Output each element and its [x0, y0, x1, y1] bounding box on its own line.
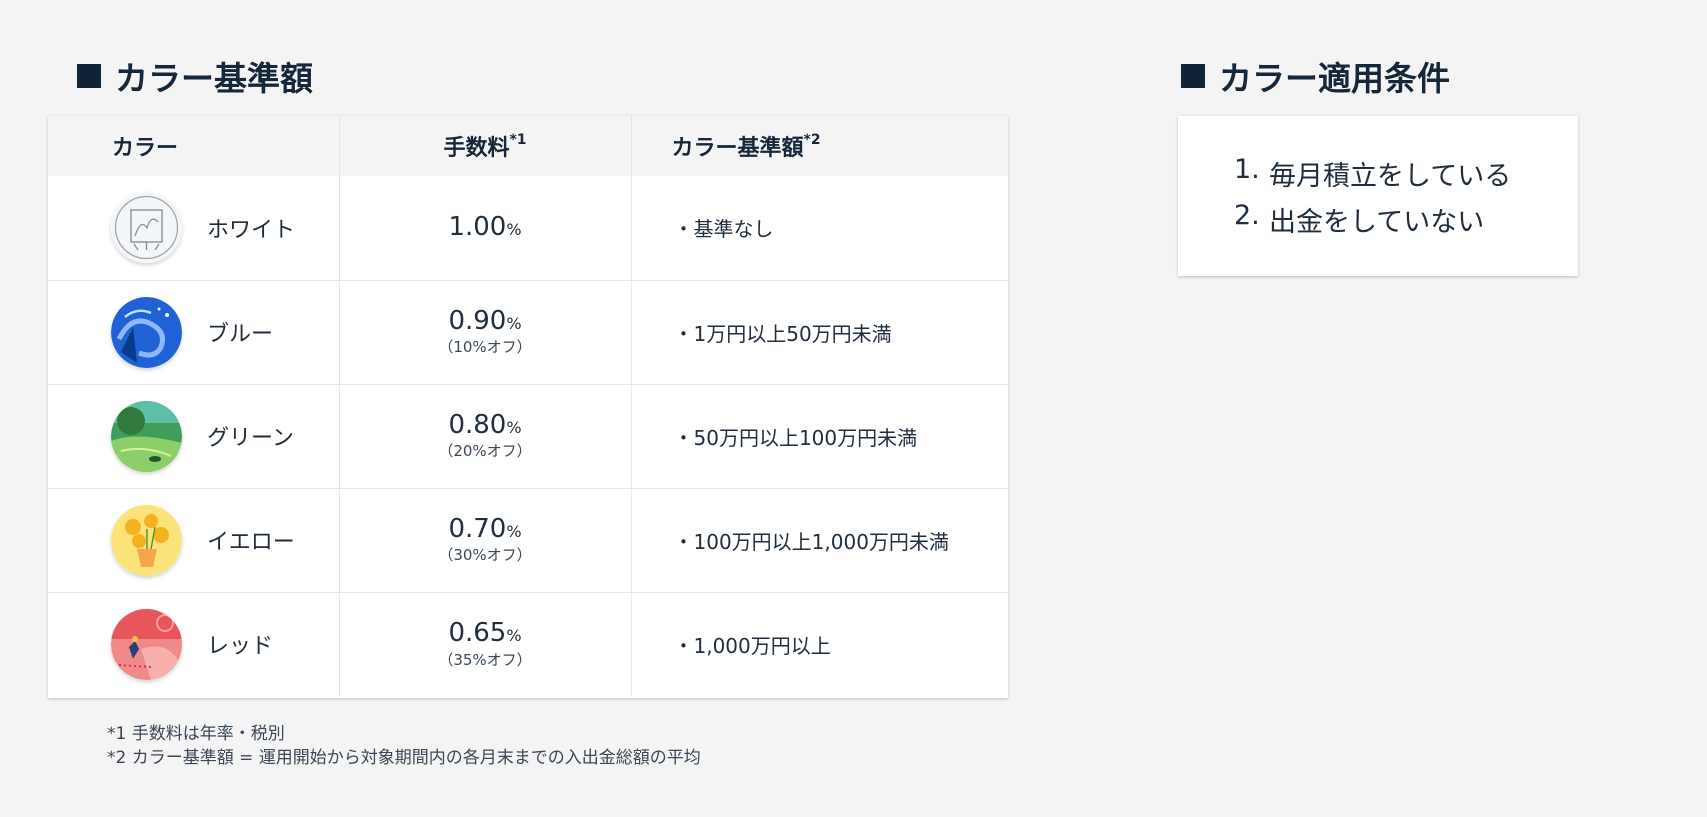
header-fee-label: 手数料 [443, 136, 510, 161]
conditions-list: 1. 毎月積立をしている 2. 出金をしていない [1178, 116, 1578, 246]
header-fee-note: *1 [509, 131, 527, 148]
condition-text: 出金をしていない [1269, 207, 1485, 238]
fee-value: 1.00% [448, 212, 522, 243]
header-color: カラー [48, 116, 340, 176]
red-badge-icon [111, 608, 182, 680]
section-title-text: カラー適用条件 [1219, 59, 1450, 98]
table-header-row: カラー 手数料*1 カラー基準額*2 [48, 116, 1008, 176]
blue-badge-icon [111, 296, 182, 368]
table-row: イエロー 0.70% （30%オフ） ・100万円以上1,000万円未満 [48, 488, 1008, 592]
color-name: レッド [207, 634, 274, 660]
fee-discount: （20%オフ） [438, 442, 532, 461]
yellow-badge-icon [111, 504, 182, 576]
fee-value: 0.80% [448, 409, 522, 440]
base-range: ・1,000万円以上 [673, 633, 831, 658]
base-range: ・100万円以上1,000万円未満 [673, 529, 949, 554]
base-range: ・50万円以上100万円未満 [673, 425, 918, 450]
color-name: ホワイト [207, 217, 296, 243]
footnote: *1 手数料は年率・税別 [107, 724, 285, 744]
table-row: ホワイト 1.00% ・基準なし [48, 176, 1008, 280]
condition-text: 毎月積立をしている [1269, 161, 1512, 192]
header-fee: 手数料*1 [339, 116, 632, 176]
color-table: カラー 手数料*1 カラー基準額*2 ホワイト 1.00% ・基準なし ブルー … [48, 116, 1008, 696]
condition-item: 2. 出金をしていない [1234, 200, 1578, 246]
table-row: レッド 0.65% （35%オフ） ・1,000万円以上 [48, 592, 1008, 696]
color-table-card: カラー 手数料*1 カラー基準額*2 ホワイト 1.00% ・基準なし ブルー … [48, 116, 1008, 698]
condition-item: 1. 毎月積立をしている [1234, 154, 1578, 200]
header-base-label: カラー基準額 [671, 136, 804, 161]
color-name: ブルー [207, 322, 274, 347]
base-range: ・基準なし [673, 217, 774, 242]
table-row: グリーン 0.80% （20%オフ） ・50万円以上100万円未満 [48, 384, 1008, 488]
square-bullet-icon [1181, 64, 1205, 88]
section-title-color-base: カラー基準額 [77, 52, 313, 100]
section-title-conditions: カラー適用条件 [1181, 52, 1450, 100]
fee-discount: （30%オフ） [438, 546, 532, 565]
conditions-card: 1. 毎月積立をしている 2. 出金をしていない [1178, 116, 1578, 276]
fee-discount: （10%オフ） [438, 338, 532, 357]
section-title-text: カラー基準額 [115, 59, 313, 98]
condition-number: 2. [1234, 200, 1260, 231]
condition-number: 1. [1234, 154, 1260, 185]
white-badge-icon [111, 192, 182, 263]
square-bullet-icon [77, 64, 101, 88]
fee-value: 0.90% [448, 305, 522, 336]
base-range: ・1万円以上50万円未満 [673, 321, 892, 346]
fee-value: 0.70% [448, 513, 522, 544]
color-name: イエロー [207, 530, 295, 555]
header-base: カラー基準額*2 [631, 116, 1008, 176]
header-color-label: カラー [112, 136, 179, 161]
table-row: ブルー 0.90% （10%オフ） ・1万円以上50万円未満 [48, 280, 1008, 384]
fee-discount: （35%オフ） [438, 650, 532, 669]
header-base-note: *2 [803, 131, 821, 148]
color-name: グリーン [207, 426, 294, 451]
footnote: *2 カラー基準額 = 運用開始から対象期間内の各月末までの入出金総額の平均 [107, 748, 701, 768]
footnotes: *1 手数料は年率・税別 *2 カラー基準額 = 運用開始から対象期間内の各月末… [107, 722, 701, 770]
green-badge-icon [111, 400, 182, 472]
fee-value: 0.65% [448, 617, 522, 648]
